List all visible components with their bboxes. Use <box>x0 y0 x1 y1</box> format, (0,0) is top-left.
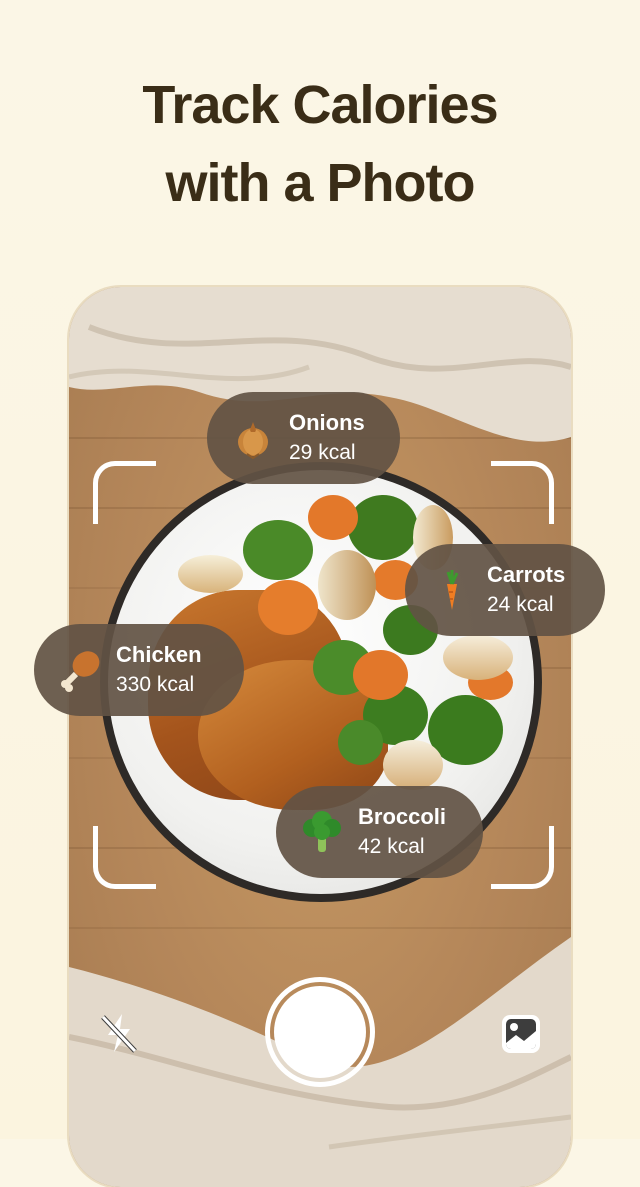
chicken-leg-icon <box>56 646 104 694</box>
food-label-carrots[interactable]: Carrots 24 kcal <box>405 544 605 636</box>
shutter-button[interactable] <box>265 977 375 1087</box>
food-kcal: 42 kcal <box>358 835 425 858</box>
carrot-icon <box>427 566 475 614</box>
food-name: Chicken <box>116 642 202 667</box>
headline: Track Calories with a Photo <box>0 66 640 222</box>
broccoli-icon <box>298 808 346 856</box>
shutter-inner <box>274 986 366 1078</box>
viewfinder-corner-bottom-right <box>491 826 554 889</box>
food-name: Onions <box>289 410 365 435</box>
flash-off-button[interactable] <box>96 1010 142 1056</box>
viewfinder-corner-top-right <box>491 461 554 524</box>
onion-icon <box>229 414 277 462</box>
gallery-button[interactable] <box>500 1013 542 1055</box>
flash-off-icon <box>101 1014 137 1053</box>
viewfinder-corner-top-left <box>93 461 156 524</box>
onions <box>178 555 243 593</box>
food-name: Carrots <box>487 562 566 587</box>
viewfinder-corner-bottom-left <box>93 826 156 889</box>
food-kcal: 29 kcal <box>289 441 356 464</box>
food-label-onions[interactable]: Onions 29 kcal <box>207 392 400 484</box>
food-label-chicken[interactable]: Chicken 330 kcal <box>34 624 244 716</box>
food-name: Broccoli <box>358 804 447 829</box>
headline-line-1: Track Calories <box>142 75 498 135</box>
carrots <box>308 495 358 540</box>
food-kcal: 330 kcal <box>116 673 195 696</box>
headline-line-2: with a Photo <box>165 153 476 213</box>
broccoli <box>348 495 418 560</box>
food-label-broccoli[interactable]: Broccoli 42 kcal <box>276 786 483 878</box>
gallery-icon <box>502 1015 540 1053</box>
food-kcal: 24 kcal <box>487 593 554 616</box>
